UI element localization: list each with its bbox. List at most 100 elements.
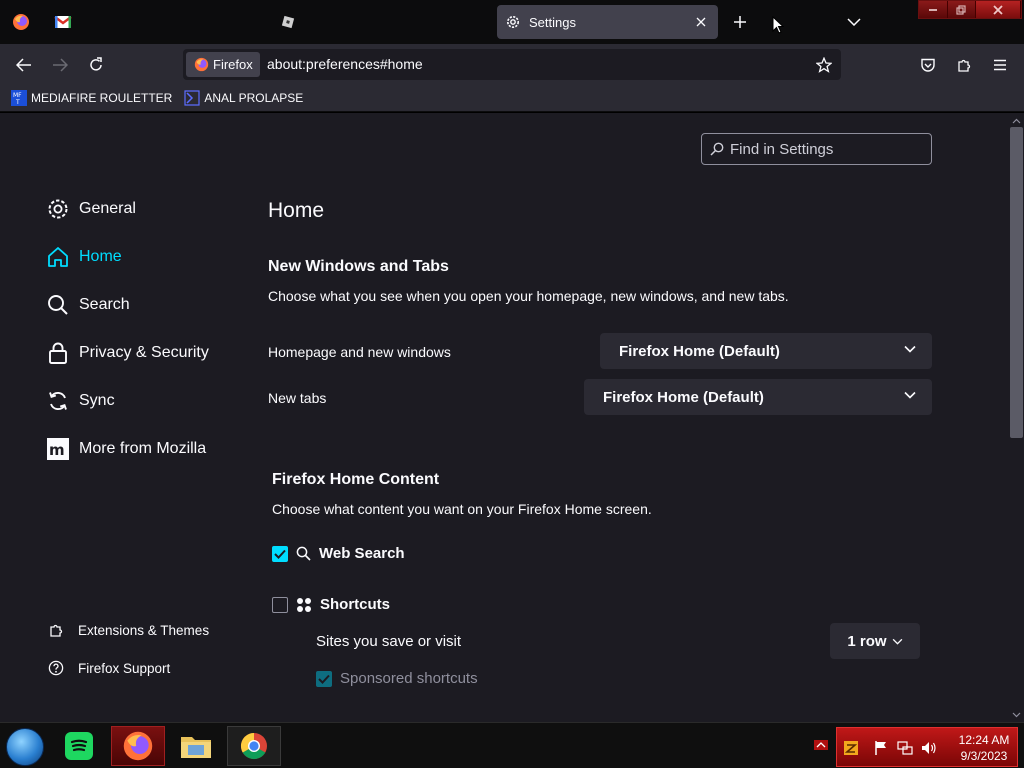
category-home[interactable]: Home (45, 241, 122, 273)
section-heading-home-content: Firefox Home Content (272, 471, 440, 488)
bookmark-label: MEDIAFIRE ROULETTER (31, 91, 173, 105)
pocket-icon (921, 58, 935, 72)
extensions-button[interactable] (949, 50, 979, 80)
forward-button[interactable] (45, 50, 75, 80)
sponsored-shortcuts-option[interactable]: Sponsored shortcuts (316, 670, 478, 687)
taskbar-file-explorer[interactable] (169, 726, 223, 766)
tray-expand-icon[interactable] (814, 740, 828, 750)
select-value: 1 row (847, 632, 887, 650)
bookmark-item[interactable]: MF T MEDIAFIRE ROULETTER (11, 90, 172, 106)
tab-settings[interactable]: Settings (497, 5, 718, 39)
puzzle-icon (47, 622, 65, 638)
system-tray: 12:24 AM 9/3/2023 (836, 727, 1018, 767)
chevron-down-icon (847, 18, 861, 26)
taskbar-firefox[interactable] (111, 726, 165, 766)
search-input[interactable] (730, 140, 920, 158)
gear-icon (45, 196, 71, 222)
url-bar[interactable]: Firefox about:preferences#home (183, 49, 841, 80)
tab-title: Settings (529, 14, 576, 30)
pocket-button[interactable] (913, 50, 943, 80)
search-icon (296, 546, 311, 561)
rows-select[interactable]: 1 row (830, 623, 920, 659)
tab-background[interactable] (268, 5, 308, 39)
option-label: Web Search (319, 545, 405, 562)
category-more-from-mozilla[interactable]: m More from Mozilla (45, 433, 206, 465)
taskbar-chrome[interactable] (227, 726, 281, 766)
sponsored-shortcuts-checkbox[interactable] (316, 670, 332, 687)
clock-date: 9/3/2023 (960, 749, 1008, 763)
link-label: Extensions & Themes (78, 622, 210, 638)
category-label: Search (79, 296, 130, 313)
taskbar: 12:24 AM 9/3/2023 (0, 722, 1024, 768)
arrow-right-icon (53, 58, 68, 72)
shortcuts-checkbox[interactable] (272, 596, 288, 613)
app-menu-button[interactable] (985, 50, 1015, 80)
firefox-support-link[interactable]: Firefox Support (47, 657, 170, 679)
shortcuts-grid-icon (296, 597, 312, 613)
list-all-tabs-button[interactable] (840, 8, 868, 36)
star-icon (816, 57, 832, 73)
chevron-down-icon (892, 638, 902, 645)
checkmark-icon (318, 674, 330, 684)
back-button[interactable] (9, 50, 39, 80)
section-heading-windows-tabs: New Windows and Tabs (268, 258, 449, 275)
chevron-down-icon (904, 345, 916, 353)
start-button[interactable] (6, 728, 44, 766)
tray-app-icon[interactable] (843, 740, 859, 756)
minimize-button[interactable] (919, 1, 948, 18)
action-center-flag-icon[interactable] (873, 740, 889, 756)
scroll-up-icon[interactable] (1012, 117, 1021, 126)
category-general[interactable]: General (45, 193, 136, 225)
system-clock[interactable]: 12:24 AM 9/3/2023 (953, 732, 1015, 764)
pinned-tab-firefox[interactable] (7, 8, 35, 36)
search-icon (45, 292, 71, 318)
firefox-icon (123, 731, 153, 761)
clock-time: 12:24 AM (958, 733, 1010, 747)
category-sync[interactable]: Sync (45, 385, 115, 417)
taskbar-spotify[interactable] (52, 726, 106, 766)
bookmark-item[interactable]: ANAL PROLAPSE (184, 90, 303, 106)
new-tab-button[interactable] (726, 8, 754, 36)
reload-button[interactable] (81, 50, 111, 80)
option-label: Shortcuts (320, 596, 391, 613)
newtabs-label: New tabs (268, 390, 327, 406)
sites-label: Sites you save or visit (316, 633, 462, 650)
close-icon (993, 4, 1003, 15)
scroll-thumb[interactable] (1010, 127, 1023, 438)
window-controls (918, 0, 1022, 19)
homepage-select[interactable]: Firefox Home (Default) (600, 333, 932, 369)
firefox-icon (194, 57, 209, 72)
restore-button[interactable] (947, 1, 976, 18)
category-label: General (79, 200, 136, 217)
bookmark-star-button[interactable] (811, 52, 837, 78)
extensions-themes-link[interactable]: Extensions & Themes (47, 619, 209, 641)
web-search-option[interactable]: Web Search (272, 545, 405, 562)
arrow-left-icon (16, 58, 31, 72)
category-label: More from Mozilla (79, 440, 207, 457)
section-description: Choose what content you want on your Fir… (272, 501, 652, 517)
section-description: Choose what you see when you open your h… (268, 288, 789, 304)
shortcuts-option[interactable]: Shortcuts (272, 596, 390, 613)
identity-box[interactable]: Firefox (186, 52, 260, 77)
close-tab-button[interactable] (692, 13, 710, 31)
category-label: Privacy & Security (79, 344, 209, 361)
puzzle-icon (958, 59, 971, 72)
minimize-icon (928, 8, 937, 11)
close-window-button[interactable] (976, 1, 1021, 18)
url-text[interactable]: about:preferences#home (267, 56, 423, 72)
newtabs-select[interactable]: Firefox Home (Default) (584, 379, 932, 415)
link-label: Firefox Support (78, 660, 171, 676)
roblox-icon (281, 15, 295, 29)
scroll-down-icon[interactable] (1012, 710, 1021, 719)
page-scrollbar[interactable] (1009, 113, 1024, 722)
web-search-checkbox[interactable] (272, 545, 288, 562)
category-privacy[interactable]: Privacy & Security (45, 337, 209, 369)
network-icon[interactable] (897, 740, 913, 756)
category-label: Home (79, 248, 122, 265)
identity-label: Firefox (213, 57, 253, 72)
option-label: Sponsored shortcuts (340, 670, 478, 687)
category-search[interactable]: Search (45, 289, 130, 321)
pinned-tab-gmail[interactable] (49, 8, 77, 36)
find-in-settings[interactable] (701, 133, 932, 165)
volume-icon[interactable] (921, 740, 937, 756)
